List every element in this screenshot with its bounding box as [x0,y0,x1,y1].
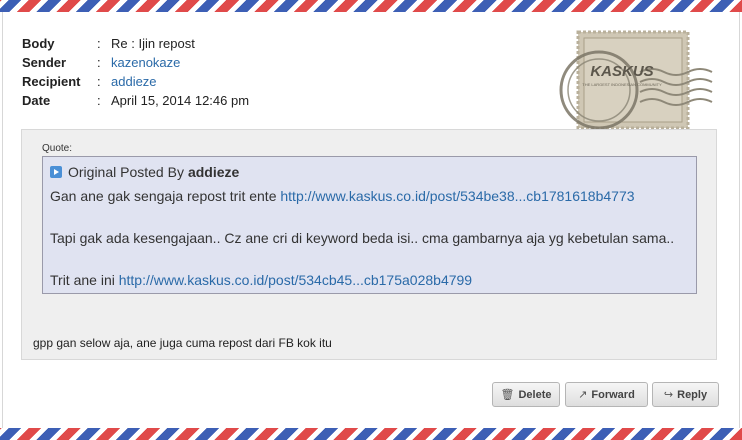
date-row: Date : April 15, 2014 12:46 pm [22,91,249,110]
colon: : [97,93,101,108]
quote-line-1-text: Gan ane gak sengaja repost trit ente [50,188,281,204]
colon: : [97,74,101,89]
airmail-border-top [0,0,742,12]
quote-line-3: Trit ane ini http://www.kaskus.co.id/pos… [50,272,472,288]
sender-row: Sender : kazenokaze [22,53,249,72]
date-label: Date [22,93,51,108]
colon: : [97,55,101,70]
airmail-border-bottom [0,428,742,440]
stamp-brand-text: KASKUS [590,63,653,80]
quote-line-1: Gan ane gak sengaja repost trit ente htt… [50,188,635,204]
quote-label: Quote: [42,143,73,154]
reply-label: Reply [677,388,708,401]
message-details: Body : Re : Ijin repost Sender : kazenok… [22,34,249,110]
reply-button[interactable]: ↪ Reply [652,382,719,407]
message-content: Quote: Original Posted By addieze Gan an… [21,129,717,360]
reply-message-text: gpp gan selow aja, ane juga cuma repost … [33,336,332,350]
delete-label: Delete [518,388,552,401]
sender-label: Sender [22,55,67,70]
quote-line-3-text: Trit ane ini [50,272,119,288]
posted-by-prefix: Original Posted By [68,164,184,180]
quote-link-2[interactable]: http://www.kaskus.co.id/post/534cb45...c… [119,272,472,288]
quote-author: addieze [187,164,240,180]
quote-line-2: Tapi gak ada kesengajaan.. Cz ane cri di… [50,230,675,246]
quote-header: Original Posted By addieze [50,164,239,180]
body-row: Body : Re : Ijin repost [22,34,249,53]
reply-icon: ↪ [663,389,674,401]
delete-button[interactable]: 🗑 Delete [492,382,560,407]
body-label: Body [22,36,55,51]
date-value: April 15, 2014 12:46 pm [111,93,250,108]
view-post-icon[interactable] [50,166,62,178]
recipient-label: Recipient [22,74,81,89]
trash-icon: 🗑 [500,389,515,401]
forward-button[interactable]: ↗ Forward [565,382,648,407]
quote-box: Original Posted By addieze Gan ane gak s… [42,156,697,294]
forward-label: Forward [591,388,635,401]
forward-icon: ↗ [578,389,588,401]
right-border [739,12,740,428]
colon: : [97,36,101,51]
recipient-link[interactable]: addieze [111,74,157,89]
body-value: Re : Ijin repost [111,36,195,51]
left-border [2,12,3,428]
recipient-row: Recipient : addieze [22,72,249,91]
sender-link[interactable]: kazenokaze [111,55,180,70]
stamp-tagline-text: THE LARGEST INDONESIAN COMMUNITY [582,82,662,87]
kaskus-stamp-icon: KASKUS THE LARGEST INDONESIAN COMMUNITY [554,28,714,136]
quote-link-1[interactable]: http://www.kaskus.co.id/post/534be38...c… [280,188,634,204]
